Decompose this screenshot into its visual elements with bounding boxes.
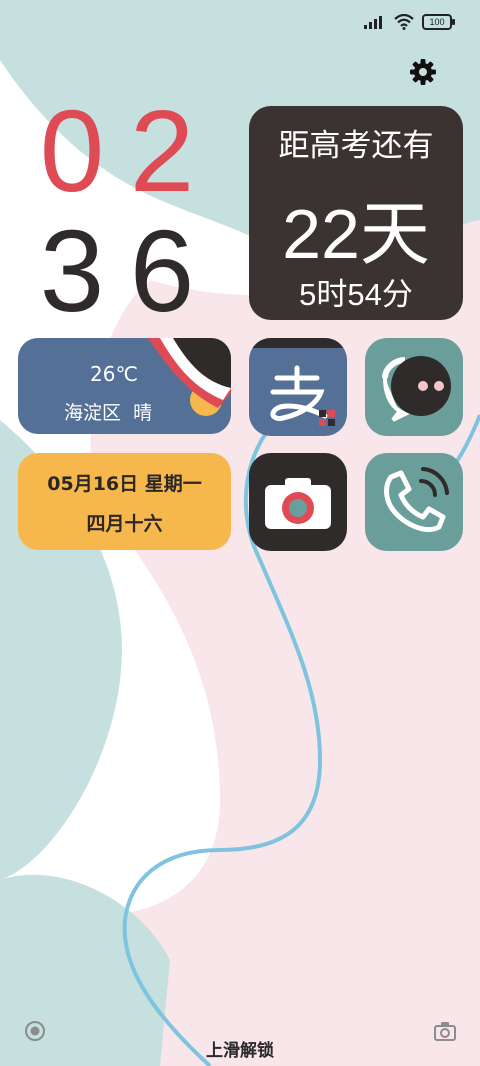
countdown-title: 距高考还有 <box>278 128 434 164</box>
exam-countdown-widget[interactable]: 距高考还有 22天 5时54分 <box>249 106 463 320</box>
date-weekday: 05月16日 星期一 <box>47 473 202 495</box>
camera-app-icon[interactable] <box>249 453 347 551</box>
countdown-time: 5时54分 <box>299 277 413 312</box>
alipay-app-icon[interactable] <box>249 338 347 436</box>
clock-minute-ones: 6 <box>129 206 195 336</box>
countdown-days: 22天 <box>282 195 430 273</box>
clock-hour-tens: 0 <box>39 86 105 216</box>
phone-handset-icon <box>384 467 449 532</box>
settings-gear-icon[interactable] <box>407 56 439 88</box>
swipe-unlock-hint: 上滑解锁 <box>206 1041 274 1061</box>
alipay-icon <box>249 338 347 426</box>
date-widget[interactable]: 05月16日 星期一 四月十六 <box>18 453 231 550</box>
wifi-icon <box>394 14 414 30</box>
phone-app-icon[interactable] <box>365 453 463 551</box>
messages-app-icon[interactable] <box>365 338 463 436</box>
status-bar: 100 <box>364 10 455 34</box>
camera-icon <box>265 478 331 529</box>
weather-widget[interactable]: 26℃ 海淀区 晴 <box>18 338 231 434</box>
clock-hour-ones: 2 <box>129 86 195 216</box>
weather-location: 海淀区 晴 <box>64 402 153 424</box>
chat-bubble-icon <box>382 356 451 422</box>
weather-temperature: 26℃ <box>90 362 138 386</box>
signal-icon <box>364 16 382 29</box>
battery-indicator: 100 <box>422 14 455 30</box>
clock-minute-tens: 3 <box>39 206 105 336</box>
lunar-date: 四月十六 <box>86 513 163 535</box>
